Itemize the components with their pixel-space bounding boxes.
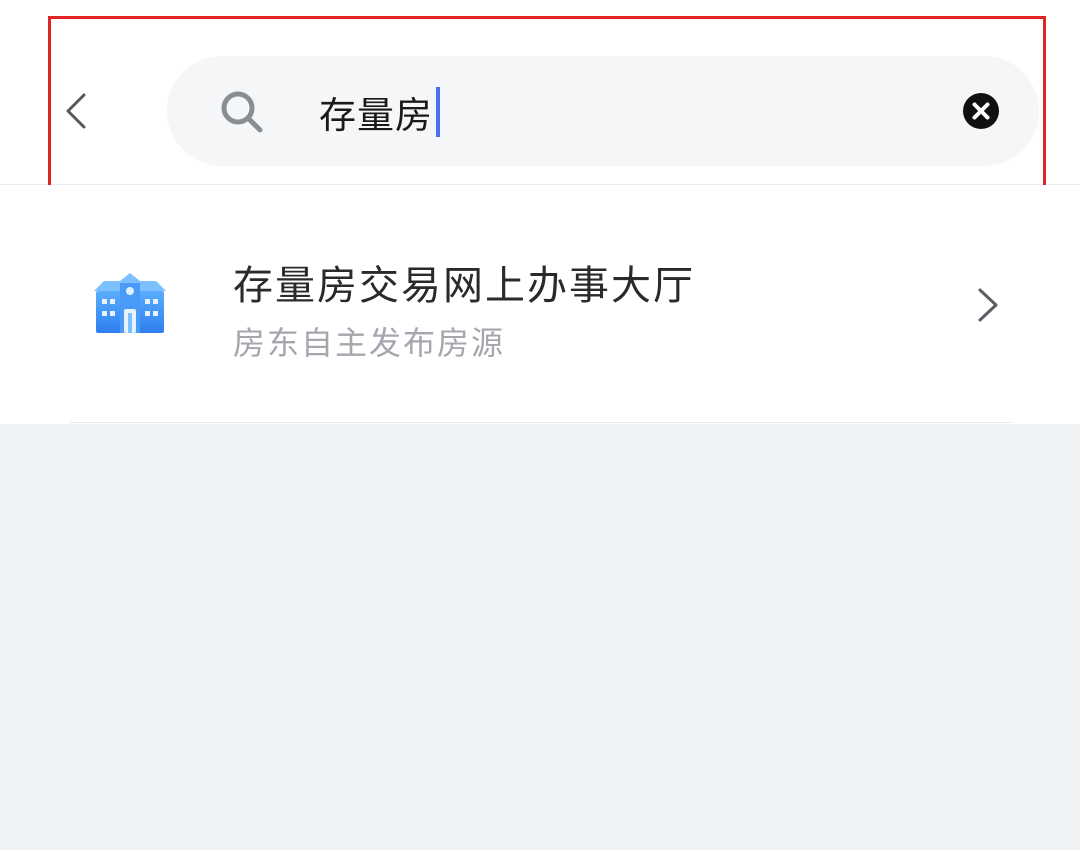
chevron-right-icon xyxy=(978,288,998,322)
text-cursor xyxy=(436,87,440,137)
close-circle-icon[interactable] xyxy=(962,92,1000,130)
search-icon xyxy=(221,91,263,133)
back-button[interactable] xyxy=(52,80,100,142)
search-input[interactable]: 存量房 xyxy=(319,84,440,140)
search-bar[interactable]: 存量房 xyxy=(167,56,1039,166)
chevron-left-icon xyxy=(66,93,86,129)
result-divider xyxy=(70,422,1012,423)
search-query-text: 存量房 xyxy=(319,94,433,137)
result-subtitle: 房东自主发布房源 xyxy=(233,324,506,362)
building-icon xyxy=(94,273,166,333)
search-result-item[interactable]: 存量房交易网上办事大厅 房东自主发布房源 xyxy=(0,185,1080,423)
search-header: 存量房 xyxy=(0,0,1080,185)
empty-results-area xyxy=(0,424,1080,850)
result-title: 存量房交易网上办事大厅 xyxy=(233,263,695,309)
